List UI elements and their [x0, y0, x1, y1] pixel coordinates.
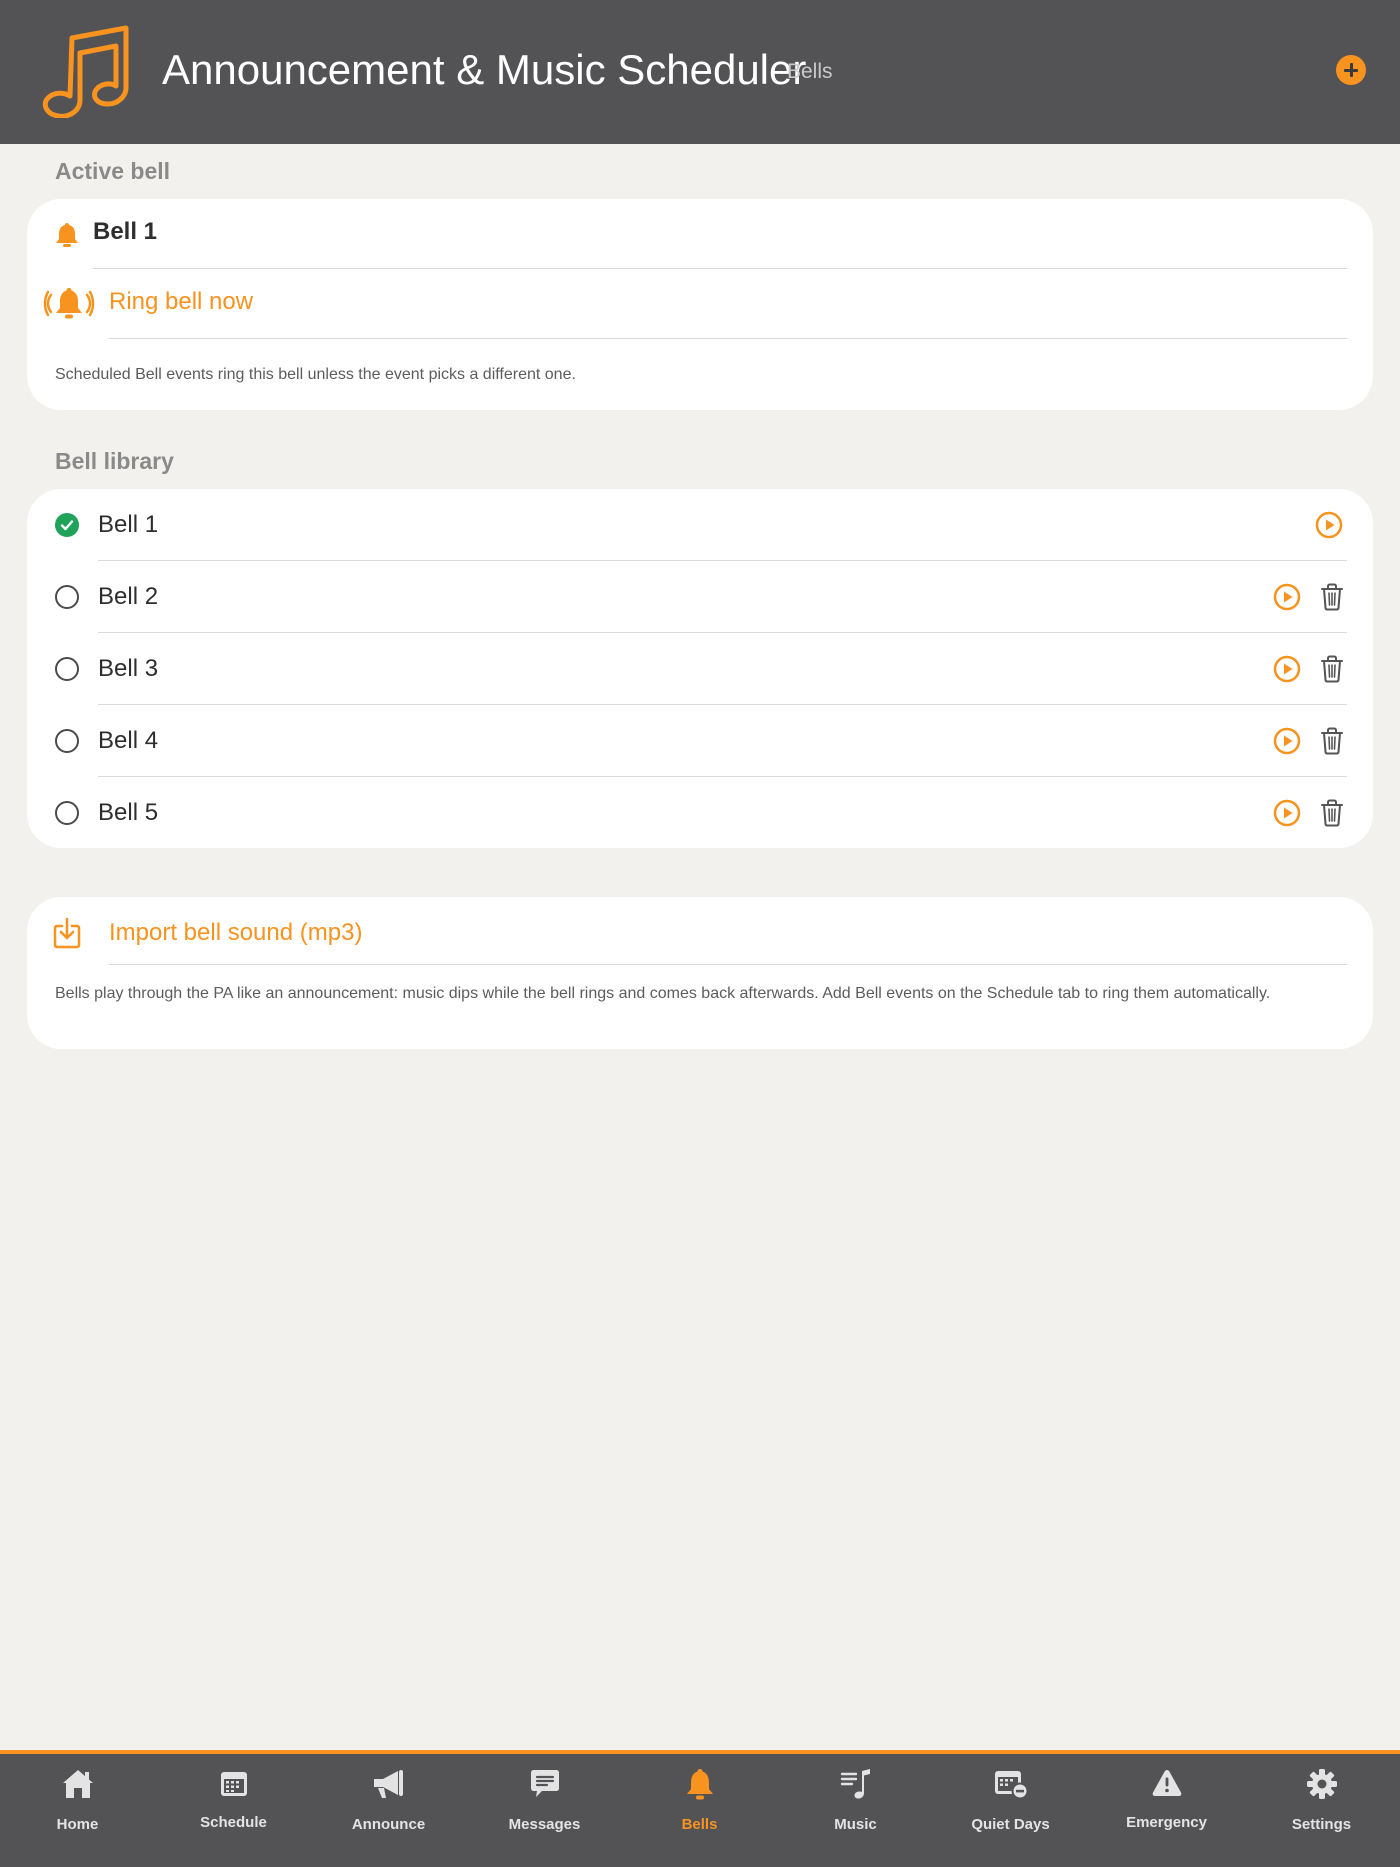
- divider: [109, 964, 1347, 965]
- bell-library-label: Bell 3: [98, 655, 159, 682]
- bell-library-card: Bell 1 Bell 2 Bell 3 Bell 4 Bell 5: [27, 489, 1373, 848]
- selected-check-icon[interactable]: [55, 513, 79, 537]
- music-note-logo-icon: [42, 25, 129, 118]
- tab-announce[interactable]: Announce: [311, 1754, 466, 1867]
- tab-music[interactable]: Music: [778, 1754, 933, 1867]
- section-label-active-bell: Active bell: [55, 158, 171, 184]
- tab-messages[interactable]: Messages: [467, 1754, 622, 1867]
- bell-library-row[interactable]: Bell 5: [27, 777, 1373, 849]
- tab-label: Settings: [1291, 1816, 1352, 1833]
- import-note: Bells play through the PA like an announ…: [55, 985, 1271, 1002]
- play-icon[interactable]: [1273, 727, 1301, 755]
- bell-icon: [56, 223, 78, 247]
- tab-bar: Home Schedule Announce Messages Bells Music Qu…: [0, 1750, 1400, 1867]
- tab-label: Quiet Days: [971, 1816, 1050, 1833]
- trash-icon[interactable]: [1320, 727, 1344, 755]
- import-bell-sound-button[interactable]: Import bell sound (mp3): [109, 919, 362, 947]
- trash-icon[interactable]: [1320, 583, 1344, 611]
- play-icon[interactable]: [1273, 655, 1301, 683]
- radio-button[interactable]: [55, 801, 79, 825]
- tab-bells[interactable]: Bells: [622, 1754, 777, 1867]
- play-icon[interactable]: [1273, 583, 1301, 611]
- tab-emergency[interactable]: Emergency: [1089, 1754, 1244, 1867]
- bell-library-label: Bell 4: [98, 727, 159, 754]
- tab-label: Schedule: [200, 1814, 267, 1831]
- app-title: Announcement & Music Scheduler: [162, 46, 807, 93]
- divider: [93, 268, 1347, 269]
- tab-label: Announce: [351, 1816, 426, 1833]
- tab-settings[interactable]: Settings: [1244, 1754, 1399, 1867]
- section-label-bell-library: Bell library: [55, 448, 174, 474]
- radio-button[interactable]: [55, 657, 79, 681]
- tab-label: Messages: [508, 1816, 581, 1833]
- trash-icon[interactable]: [1320, 655, 1344, 683]
- ring-bell-icon[interactable]: [43, 287, 95, 321]
- tab-quiet-days[interactable]: Quiet Days: [933, 1754, 1088, 1867]
- play-icon[interactable]: [1273, 799, 1301, 827]
- trash-icon[interactable]: [1320, 799, 1344, 827]
- bell-library-label: Bell 1: [98, 511, 159, 538]
- add-button[interactable]: [1336, 55, 1366, 85]
- page-subtitle: Bells: [787, 60, 833, 83]
- bell-library-row[interactable]: Bell 1: [27, 489, 1373, 561]
- bell-library-label: Bell 5: [98, 799, 159, 826]
- import-download-icon[interactable]: [53, 917, 81, 949]
- divider: [109, 338, 1347, 339]
- active-bell-name: Bell 1: [93, 218, 158, 245]
- active-bell-note: Scheduled Bell events ring this bell unl…: [55, 366, 576, 383]
- radio-button[interactable]: [55, 585, 79, 609]
- tab-label: Home: [56, 1816, 99, 1833]
- tab-label: Music: [834, 1816, 877, 1833]
- tab-home[interactable]: Home: [0, 1754, 155, 1867]
- tab-label: Bells: [681, 1816, 718, 1833]
- bell-library-row[interactable]: Bell 4: [27, 705, 1373, 777]
- import-card: Import bell sound (mp3) Bells play throu…: [27, 897, 1373, 1049]
- tab-label: Emergency: [1126, 1814, 1207, 1831]
- app-header: Announcement & Music Scheduler Bells: [0, 0, 1400, 144]
- bell-library-row[interactable]: Bell 3: [27, 633, 1373, 705]
- tab-schedule[interactable]: Schedule: [156, 1754, 311, 1867]
- play-icon[interactable]: [1315, 511, 1343, 539]
- radio-button[interactable]: [55, 729, 79, 753]
- active-bell-card: Bell 1 Ring bell now Scheduled Bell even…: [27, 199, 1373, 410]
- ring-bell-now-button[interactable]: Ring bell now: [109, 288, 253, 316]
- bell-library-row[interactable]: Bell 2: [27, 561, 1373, 633]
- bell-library-label: Bell 2: [98, 583, 159, 610]
